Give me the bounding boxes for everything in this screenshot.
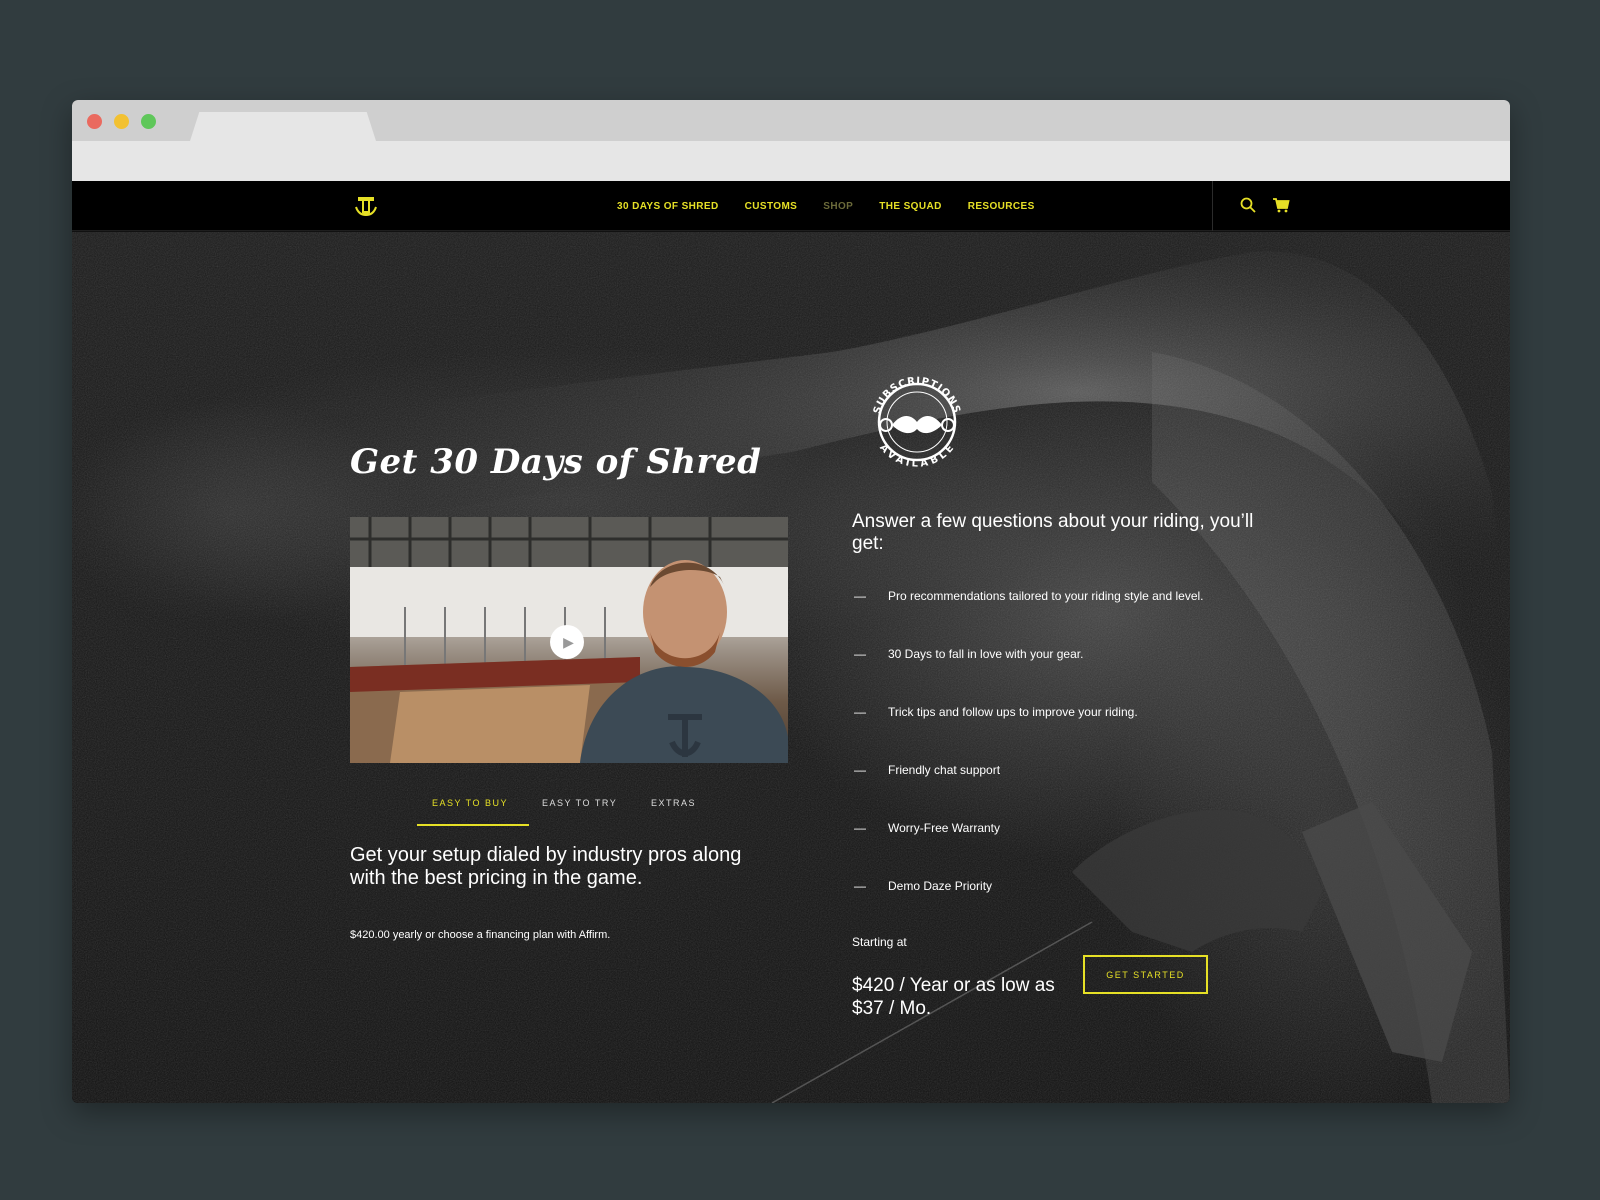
list-item: — Demo Daze Priority [852,879,1312,937]
close-window-button[interactable] [87,114,102,129]
questions-title: Answer a few questions about your riding… [852,511,1254,554]
list-item: — 30 Days to fall in love with your gear. [852,647,1312,705]
tab-extras[interactable]: EXTRAS [651,798,696,808]
active-tab-indicator [417,824,529,826]
dash-icon: — [854,647,866,661]
cart-icon[interactable] [1272,196,1290,214]
benefit-text: Demo Daze Priority [888,879,993,893]
dash-icon: — [854,821,866,835]
nav-shop[interactable]: SHOP [823,201,853,212]
list-item: — Pro recommendations tailored to your ri… [852,589,1312,647]
nav-the-squad[interactable]: THE SQUAD [879,201,942,212]
play-button[interactable]: ▶ [550,625,584,659]
browser-tab[interactable] [190,112,376,141]
benefit-text: Worry-Free Warranty [888,821,1001,835]
benefit-text: Trick tips and follow ups to improve you… [888,705,1138,719]
svg-text:SUBSCRIPTIONS: SUBSCRIPTIONS [872,376,962,415]
get-started-button[interactable]: GET STARTED [1083,955,1208,994]
nav-30-days-of-shred[interactable]: 30 DAYS OF SHRED [617,201,719,212]
main-nav: 30 DAYS OF SHRED CUSTOMS SHOP THE SQUAD … [617,181,1035,231]
pitch-text: Get your setup dialed by industry pros a… [350,844,742,889]
big-price: $420 / Year or as low as $37 / Mo. [852,975,1055,1019]
maximize-window-button[interactable] [141,114,156,129]
benefits-list: — Pro recommendations tailored to your ri… [852,589,1312,937]
hyperlite-logo-icon[interactable] [354,193,378,217]
benefit-text: 30 Days to fall in love with your gear. [888,647,1084,661]
price-note: $420.00 yearly or choose a financing pla… [350,929,611,941]
hero-title: Get 30 Days of Shred [350,442,762,482]
play-icon: ▶ [563,633,574,650]
nav-resources[interactable]: RESOURCES [968,201,1035,212]
minimize-window-button[interactable] [114,114,129,129]
subscriptions-available-badge: SUBSCRIPTIONS AVAILABLE [872,376,962,470]
nav-divider [1212,181,1213,231]
list-item: — Friendly chat support [852,763,1312,821]
feature-tabs: EASY TO BUY EASY TO TRY EXTRAS [417,798,737,830]
list-item: — Trick tips and follow ups to improve yo… [852,705,1312,763]
benefit-text: Pro recommendations tailored to your rid… [888,589,1204,603]
dash-icon: — [854,763,866,777]
top-navbar: 30 DAYS OF SHRED CUSTOMS SHOP THE SQUAD … [72,181,1510,231]
benefit-text: Friendly chat support [888,763,1001,777]
search-icon[interactable] [1239,196,1257,214]
browser-toolbar [72,141,1510,181]
dash-icon: — [854,879,866,893]
website: 30 DAYS OF SHRED CUSTOMS SHOP THE SQUAD … [72,181,1510,1103]
dash-icon: — [854,705,866,719]
browser-window: 30 DAYS OF SHRED CUSTOMS SHOP THE SQUAD … [72,100,1510,1103]
dash-icon: — [854,589,866,603]
video-player[interactable]: ▶ [350,517,788,763]
nav-customs[interactable]: CUSTOMS [745,201,798,212]
list-item: — Worry-Free Warranty [852,821,1312,879]
badge-top-text: SUBSCRIPTIONS [872,376,961,415]
browser-titlebar [72,100,1510,141]
tab-easy-to-buy[interactable]: EASY TO BUY [432,798,508,808]
tab-easy-to-try[interactable]: EASY TO TRY [542,798,617,808]
starting-at-label: Starting at [852,935,907,949]
